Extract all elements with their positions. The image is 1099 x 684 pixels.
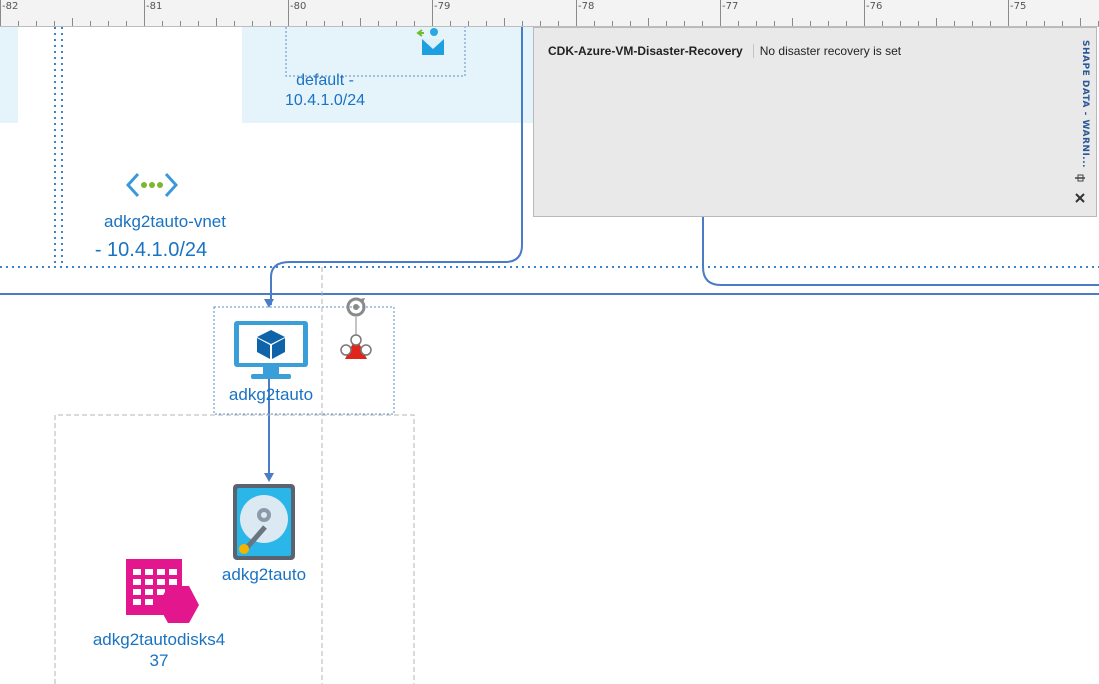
shape-data-property-name: CDK-Azure-VM-Disaster-Recovery [548,44,754,58]
shape-data-panel-title: SHAPE DATA - WARNI... [1080,40,1090,169]
ruler-label: -75 [1010,1,1027,12]
storage-label: adkg2tautodisks4 37 [82,629,236,671]
ruler-label: -78 [578,1,595,12]
ruler-label: -79 [434,1,451,12]
disk-label: adkg2tauto [221,565,307,584]
vnet-label: adkg2tauto-vnet [70,211,260,233]
managed-disk-icon[interactable] [232,483,296,561]
ruler-label: -81 [146,1,163,12]
ruler-label: -82 [2,1,19,12]
subnet-label: default - 10.4.1.0/24 [278,71,372,111]
storage-account-icon[interactable] [125,557,201,625]
subnet-label-line1: default - [296,72,354,89]
vm-label: adkg2tauto [228,385,314,404]
shape-data-property-value[interactable]: No disaster recovery is set [754,44,901,58]
ruler-ticks [0,0,1099,26]
subnet-label-line2: 10.4.1.0/24 [284,92,366,109]
ruler-label: -77 [722,1,739,12]
ruler-label: -76 [866,1,883,12]
recovery-extension-icon[interactable] [338,295,374,367]
storage-label-line1: adkg2tautodisks4 [92,630,226,649]
vnet-icon [126,172,178,198]
pin-icon[interactable] [1074,172,1086,184]
storage-label-line2: 37 [149,651,169,670]
virtual-machine-icon[interactable] [233,320,309,382]
subnet-user-icon [416,28,444,55]
vnet-label-range: - 10.4.1.0/24 [70,237,232,263]
close-icon[interactable] [1074,192,1086,204]
ruler-label: -80 [290,1,307,12]
shape-data-panel: CDK-Azure-VM-Disaster-Recovery No disast… [533,27,1097,217]
vnet-label-line1: adkg2tauto-vnet [104,212,226,231]
vnet-label-line2: - 10.4.1.0/24 [94,239,208,261]
shape-data-row[interactable]: CDK-Azure-VM-Disaster-Recovery No disast… [548,44,901,58]
horizontal-ruler: -82 -81 -80 -79 -78 -77 -76 -75 [0,0,1099,27]
